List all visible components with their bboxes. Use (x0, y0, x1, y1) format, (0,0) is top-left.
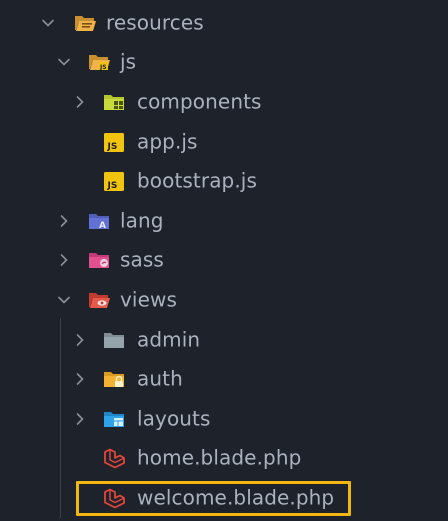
tree-item-home-blade[interactable]: home.blade.php (0, 439, 448, 479)
tree-item-label: js (120, 49, 137, 74)
folder-views-open-icon (89, 292, 110, 308)
tree-item-components[interactable]: components (0, 82, 448, 122)
js-file-icon: JS (104, 172, 124, 192)
tree-item-bootstrap-js[interactable]: JS bootstrap.js (0, 161, 448, 201)
laravel-icon (104, 448, 125, 469)
tree-item-label: views (120, 287, 177, 312)
tree-item-app-js[interactable]: JS app.js (0, 122, 448, 162)
chevron-right-icon[interactable] (72, 94, 88, 110)
tree-item-label: components (137, 89, 262, 114)
tree-item-label: lang (120, 208, 164, 233)
svg-text:JS: JS (107, 142, 118, 152)
tree-item-auth[interactable]: auth (0, 359, 448, 399)
chevron-down-icon[interactable] (56, 292, 72, 308)
chevron-right-icon[interactable] (72, 411, 88, 427)
tree-item-resources[interactable]: resources (0, 3, 448, 43)
chevron-right-icon[interactable] (72, 371, 88, 387)
tree-item-sass[interactable]: sass (0, 241, 448, 281)
folder-open-icon (75, 15, 96, 31)
folder-components-icon (104, 94, 124, 110)
svg-text:JS: JS (107, 181, 118, 191)
chevron-right-icon[interactable] (56, 213, 72, 229)
tree-item-label: app.js (137, 129, 198, 154)
tree-item-label: bootstrap.js (137, 168, 257, 193)
tree-item-layouts[interactable]: layouts (0, 399, 448, 439)
tree-item-label: home.blade.php (137, 445, 302, 470)
svg-text:A: A (99, 221, 106, 231)
svg-text:JS: JS (99, 64, 107, 71)
chevron-down-icon[interactable] (40, 15, 56, 31)
chevron-down-icon[interactable] (56, 54, 72, 70)
tree-item-label: layouts (137, 406, 211, 431)
tree-item-label: admin (137, 327, 201, 352)
indent-guide (60, 318, 61, 518)
tree-item-admin[interactable]: admin (0, 320, 448, 360)
chevron-right-icon[interactable] (56, 252, 72, 268)
tree-item-label: auth (137, 366, 183, 391)
js-file-icon: JS (104, 132, 124, 152)
tree-item-label: resources (106, 10, 204, 35)
file-explorer-tree: resources JS js components JS app.js JS … (0, 0, 448, 521)
folder-auth-icon (104, 372, 124, 388)
tree-item-label: sass (120, 247, 164, 272)
chevron-right-icon[interactable] (72, 332, 88, 348)
folder-admin-icon (104, 332, 124, 348)
folder-sass-icon (89, 253, 109, 269)
folder-layouts-icon (104, 411, 124, 427)
tree-item-lang[interactable]: A lang (0, 201, 448, 241)
folder-js-open-icon: JS (89, 55, 110, 71)
tree-item-js[interactable]: JS js (0, 43, 448, 83)
folder-lang-icon: A (89, 213, 109, 231)
tree-item-views[interactable]: views (0, 280, 448, 320)
selection-highlight (76, 481, 351, 516)
